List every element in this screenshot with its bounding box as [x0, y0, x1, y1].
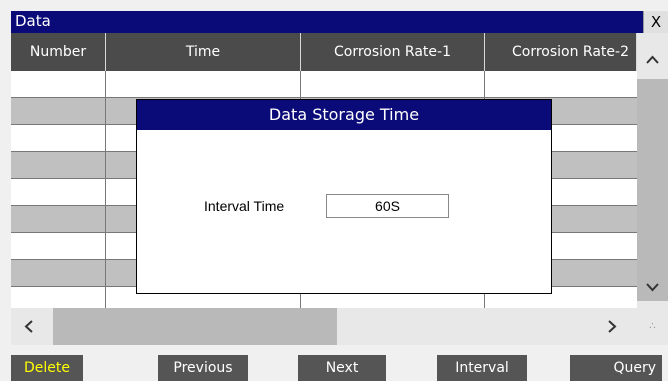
previous-button[interactable]: Previous: [158, 355, 248, 381]
interval-time-label: Interval Time: [204, 198, 285, 214]
interval-button[interactable]: Interval: [437, 355, 527, 381]
vertical-scrollbar[interactable]: [637, 33, 668, 308]
scroll-right-icon[interactable]: [608, 320, 617, 333]
vertical-scroll-thumb[interactable]: [637, 79, 668, 301]
window-title: Data: [15, 12, 51, 30]
scroll-up-icon[interactable]: [646, 55, 659, 64]
query-button[interactable]: Query: [570, 355, 662, 381]
column-header-corrosion-rate-2[interactable]: Corrosion Rate-2: [485, 33, 637, 71]
close-button[interactable]: X: [643, 11, 668, 33]
resize-grip-icon[interactable]: ∴: [637, 308, 668, 345]
delete-button-label: Delete: [24, 360, 70, 376]
scroll-left-icon[interactable]: [24, 320, 33, 333]
scroll-down-icon[interactable]: [646, 283, 659, 292]
table-row[interactable]: [11, 71, 637, 98]
horizontal-scrollbar[interactable]: [11, 308, 637, 345]
next-button[interactable]: Next: [298, 355, 386, 381]
interval-time-input[interactable]: 60S: [326, 194, 449, 218]
column-header-time[interactable]: Time: [106, 33, 301, 71]
horizontal-scroll-thumb[interactable]: [53, 308, 337, 345]
column-header-corrosion-rate-1[interactable]: Corrosion Rate-1: [301, 33, 485, 71]
delete-button[interactable]: Delete: [11, 355, 83, 381]
column-header-number[interactable]: Number: [11, 33, 106, 71]
dialog-title: Data Storage Time: [137, 100, 551, 130]
data-storage-time-dialog: Data Storage Time Interval Time 60S: [136, 99, 552, 294]
window-title-bar: Data: [11, 11, 643, 33]
